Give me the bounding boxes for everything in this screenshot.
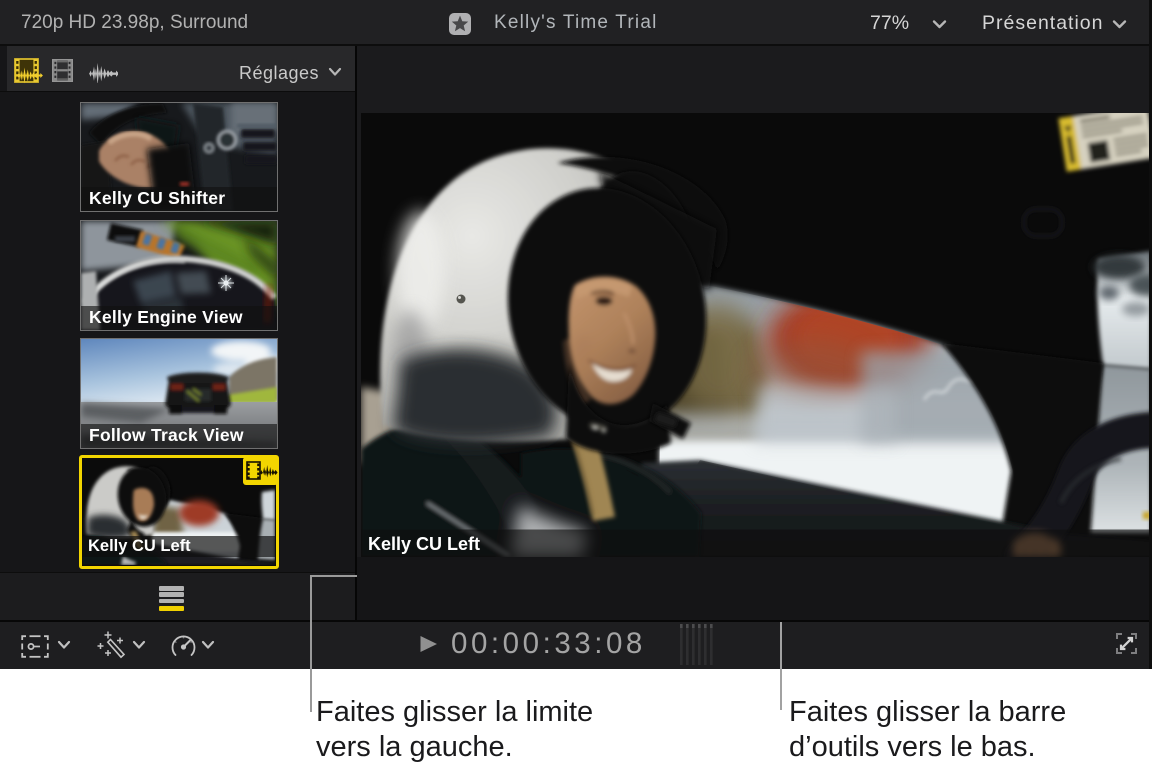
svg-text:Kelly CU Left: Kelly CU Left (88, 537, 191, 555)
svg-text:Follow Track View: Follow Track View (89, 425, 244, 445)
svg-text:Kelly Engine View: Kelly Engine View (89, 307, 243, 327)
svg-text:Kelly CU Shifter: Kelly CU Shifter (89, 188, 225, 208)
svg-text:Kelly CU Left: Kelly CU Left (368, 534, 480, 554)
